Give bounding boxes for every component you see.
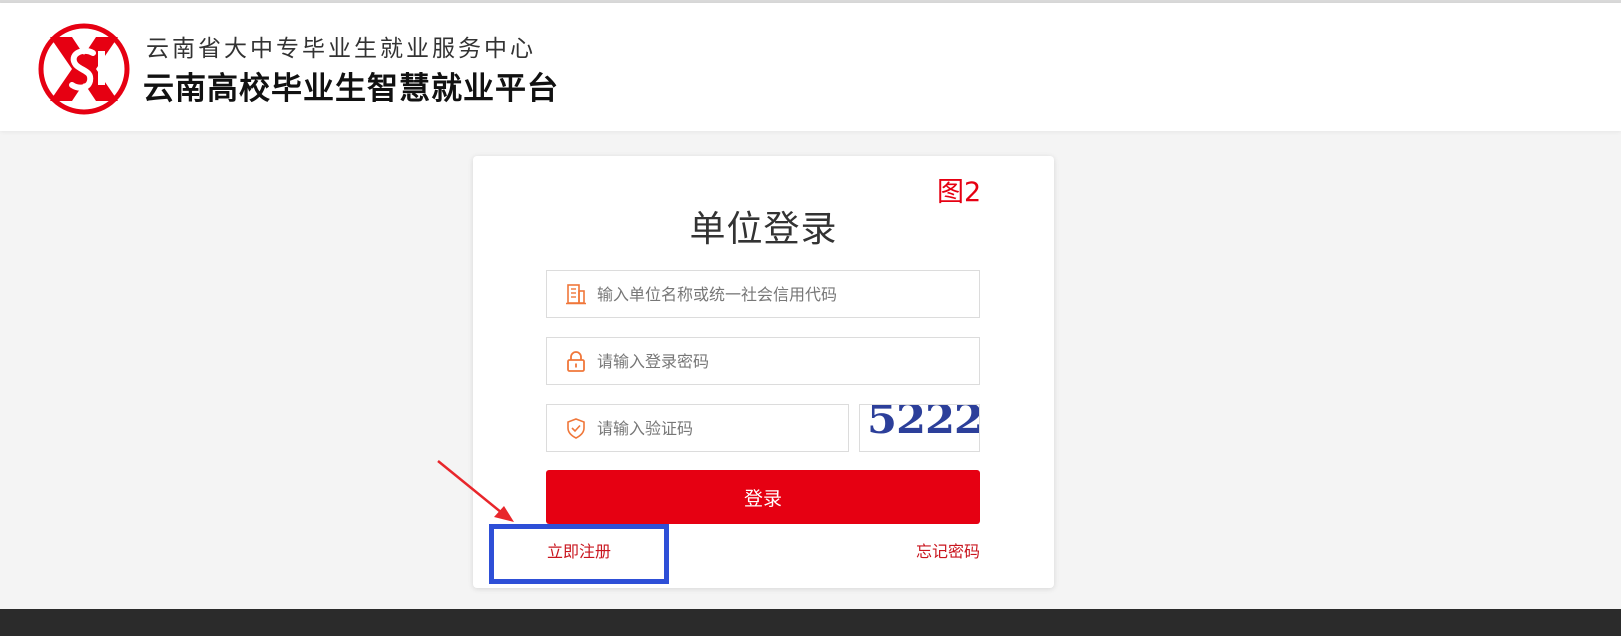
org-name: 云南省大中专毕业生就业服务中心 [146,36,536,62]
login-button[interactable]: 登录 [546,470,980,524]
captcha-image[interactable]: 5222 [859,404,980,452]
captcha-code: 5222 [867,404,980,443]
password-field[interactable] [546,337,980,385]
yunnan-employment-logo-icon[interactable] [38,23,130,115]
platform-name: 云南高校毕业生智慧就业平台 [143,71,559,107]
password-input[interactable] [597,338,971,384]
captcha-field[interactable] [546,404,849,452]
footer-bar [0,609,1621,636]
company-field[interactable] [546,270,980,318]
register-link[interactable]: 立即注册 [547,538,611,562]
site-header: 云南省大中专毕业生就业服务中心 云南高校毕业生智慧就业平台 [0,3,1621,131]
shield-check-icon [567,418,585,439]
lock-icon [567,351,585,372]
building-icon [566,284,586,305]
company-input[interactable] [597,271,971,317]
forgot-password-link[interactable]: 忘记密码 [916,538,980,562]
captcha-input[interactable] [597,405,840,451]
page-title: 单位登录 [689,209,838,250]
login-card: 图2 单位登录 5222 登录 立即注册 忘记密码 [473,156,1054,588]
